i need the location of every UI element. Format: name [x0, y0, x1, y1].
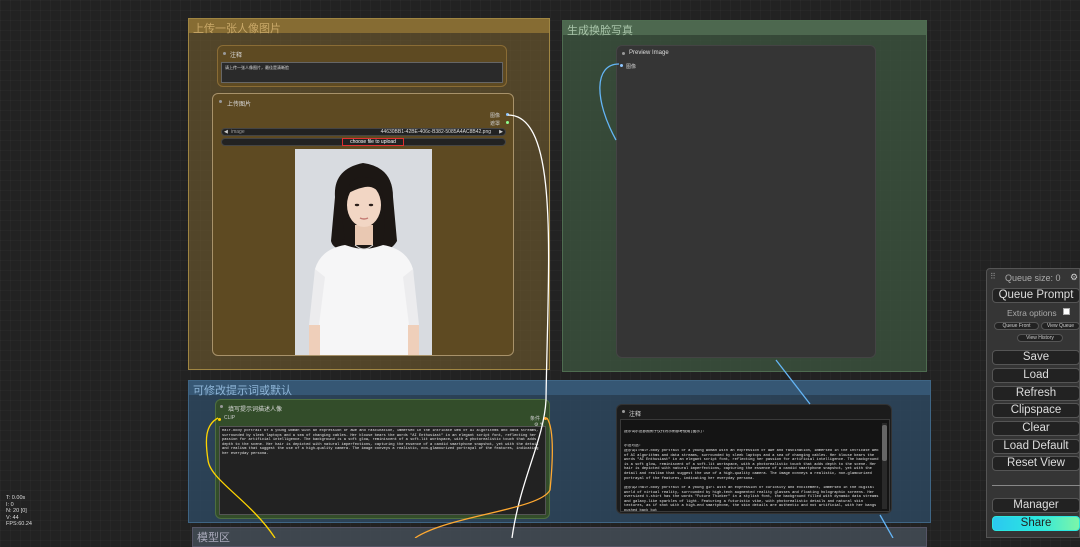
note-example-2: 提示词2:Half-body portrait of a young girl … — [624, 486, 881, 512]
queue-size-label: Queue size: 0 — [1005, 273, 1061, 283]
input-image-socket[interactable] — [620, 64, 623, 67]
output-image-label: 图像 — [489, 113, 500, 119]
extra-options-label: Extra options — [1007, 308, 1057, 318]
refresh-button[interactable]: Refresh — [992, 386, 1080, 401]
input-image-label: 图像 — [626, 64, 637, 70]
choose-file-button[interactable]: choose file to upload — [342, 138, 404, 146]
output-cond-socket[interactable] — [544, 417, 547, 420]
note-node-top[interactable]: 注释 请上传一张人像图片，最佳是清晰脸 — [217, 45, 507, 87]
node-title: Preview Image — [629, 50, 669, 56]
node-title: 填写提示词描述人像 — [228, 407, 283, 413]
group-output[interactable]: 模型区 — [192, 527, 927, 547]
output-cond-label: 条件 — [529, 416, 540, 422]
view-history-button[interactable]: View History — [1017, 334, 1063, 342]
view-queue-button[interactable]: View Queue — [1041, 322, 1080, 330]
image-combo-widget[interactable]: ◀ image 44630BB1-42BE-406c-B382-5085A4AC… — [221, 128, 506, 136]
note-scrollbar[interactable] — [882, 423, 887, 509]
group-title-modify: 可修改提示词或默认 — [193, 385, 292, 397]
save-button[interactable]: Save — [992, 350, 1080, 365]
node-title: 上传图片 — [227, 102, 252, 108]
group-title-output: 模型区 — [197, 532, 230, 544]
node-title: 注释 — [629, 412, 642, 418]
note-text: 请上传一张人像图片，最佳是清晰脸 — [225, 65, 289, 70]
stat-fps: FPS:60.24 — [6, 521, 32, 527]
collapse-dot[interactable] — [223, 52, 226, 55]
output-image-socket[interactable] — [506, 113, 509, 116]
collapse-dot[interactable] — [622, 410, 625, 413]
queue-front-button[interactable]: Queue Front — [994, 322, 1039, 330]
prompt-node[interactable]: 填写提示词描述人像 CLIP 条件 ⚙ ✎ Half-body portrait… — [215, 399, 550, 519]
clear-button[interactable]: Clear — [992, 421, 1080, 436]
note-textarea[interactable]: 提示词示范参照例子仅作为示例参考使用(图示): 示范可选: 提示词1:Half-… — [620, 419, 890, 512]
note-node-bottom[interactable]: 注释 提示词示范参照例子仅作为示例参考使用(图示): 示范可选: 提示词1:Ha… — [616, 404, 892, 514]
queue-prompt-button[interactable]: Queue Prompt — [992, 288, 1080, 303]
load-button[interactable]: Load — [992, 368, 1080, 383]
output-mask-label: 遮罩 — [489, 121, 500, 127]
collapse-dot[interactable] — [220, 405, 223, 408]
note-intro: 提示词示范参照例子仅作为示例参考使用(图示): — [624, 430, 705, 434]
drag-handle-icon[interactable]: ⠿ — [990, 272, 996, 281]
portrait-illustration — [295, 149, 432, 355]
note-textarea[interactable]: 请上传一张人像图片，最佳是清晰脸 — [221, 62, 503, 83]
clipspace-button[interactable]: Clipspace — [992, 403, 1080, 418]
input-clip-socket[interactable] — [218, 418, 221, 421]
settings-gear-icon[interactable]: ⚙ — [1070, 272, 1078, 283]
load-default-button[interactable]: Load Default — [992, 439, 1080, 454]
prompt-text: Half-body portrait of a young woman with… — [222, 429, 541, 456]
manager-button[interactable]: Manager — [992, 498, 1080, 513]
note-example-1: 提示词1:Half-body portrait of a young woman… — [624, 449, 881, 481]
extra-options-checkbox[interactable] — [1063, 308, 1070, 315]
panel-divider — [992, 485, 1080, 486]
stats-overlay: T: 0.00s I: 0 N: 20 [0] V: 44 FPS:60.24 — [6, 495, 32, 528]
collapse-dot[interactable] — [622, 52, 625, 55]
output-mask-socket[interactable] — [506, 121, 509, 124]
share-button[interactable]: Share — [992, 516, 1080, 531]
arrow-right-icon[interactable]: ▶ — [499, 129, 503, 135]
load-image-node[interactable]: 上传图片 图像 遮罩 ◀ image 44630BB1-42BE-406c-B3… — [212, 93, 514, 356]
portrait-image — [295, 149, 432, 355]
preview-image-node[interactable]: Preview Image 图像 — [616, 45, 876, 358]
reset-view-button[interactable]: Reset View — [992, 456, 1080, 471]
collapse-dot[interactable] — [219, 100, 222, 103]
group-title-upload: 上传一张人像图片 — [193, 23, 281, 35]
node-title: 注释 — [230, 53, 243, 59]
prompt-textarea[interactable]: Half-body portrait of a young woman with… — [219, 426, 546, 515]
group-title-generate: 生成换脸写真 — [567, 25, 633, 37]
widget-label: image — [231, 129, 245, 135]
arrow-left-icon[interactable]: ◀ — [224, 129, 228, 135]
input-clip-label: CLIP — [224, 415, 236, 421]
widget-value: 44630BB1-42BE-406c-B382-5085A4AC8B42.png — [380, 129, 491, 135]
upload-button-widget[interactable]: choose file to upload — [221, 138, 506, 146]
